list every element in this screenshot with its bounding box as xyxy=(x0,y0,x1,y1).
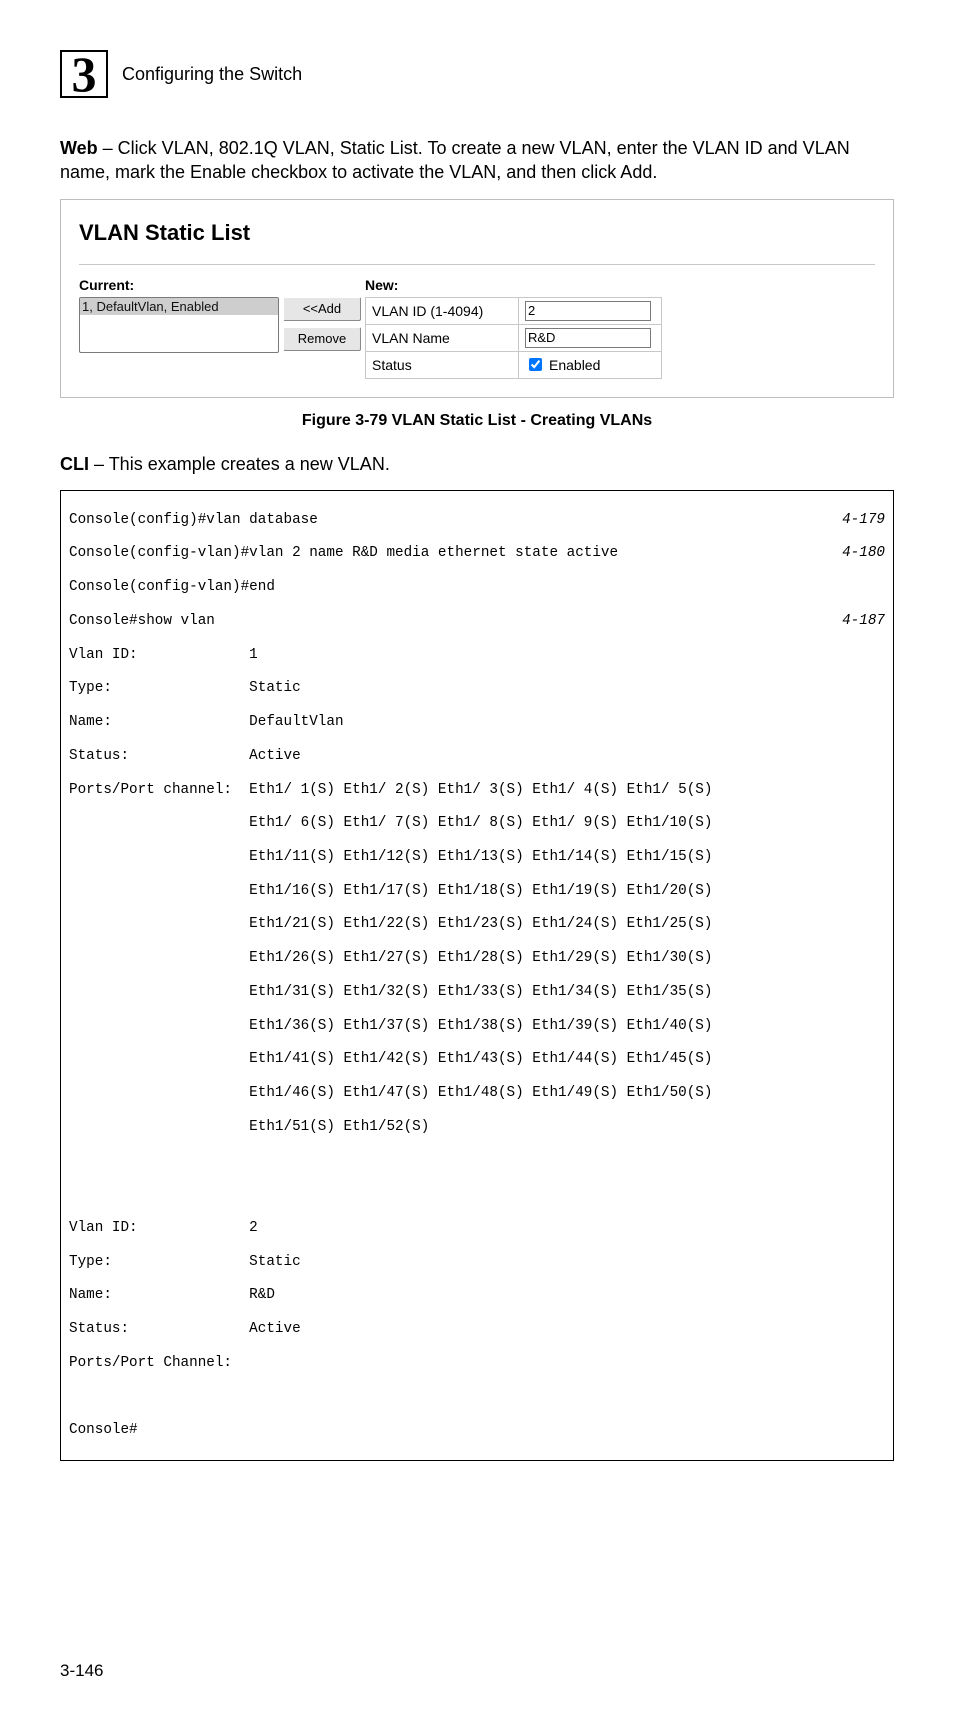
cli-line: Eth1/36(S) Eth1/37(S) Eth1/38(S) Eth1/39… xyxy=(69,1018,712,1034)
current-listbox[interactable]: 1, DefaultVlan, Enabled xyxy=(79,297,279,353)
cli-line: Eth1/11(S) Eth1/12(S) Eth1/13(S) Eth1/14… xyxy=(69,849,712,865)
cli-line: Type: Static xyxy=(69,680,301,696)
cli-line: Console#show vlan xyxy=(69,613,215,629)
cli-line: Name: R&D xyxy=(69,1287,275,1303)
chapter-title: Configuring the Switch xyxy=(122,64,302,85)
cli-ref: 4-179 xyxy=(842,512,885,529)
cli-line: Vlan ID: 2 xyxy=(69,1220,258,1236)
vlan-name-input[interactable] xyxy=(525,328,651,348)
cli-line: Type: Static xyxy=(69,1254,301,1270)
status-enabled-checkbox[interactable] xyxy=(529,358,542,371)
cli-line: Eth1/16(S) Eth1/17(S) Eth1/18(S) Eth1/19… xyxy=(69,883,712,899)
current-listbox-item[interactable]: 1, DefaultVlan, Enabled xyxy=(80,298,278,316)
cli-line: Eth1/26(S) Eth1/27(S) Eth1/28(S) Eth1/29… xyxy=(69,950,712,966)
remove-button[interactable]: Remove xyxy=(283,327,361,351)
vlan-id-input[interactable] xyxy=(525,301,651,321)
cli-line: Eth1/ 6(S) Eth1/ 7(S) Eth1/ 8(S) Eth1/ 9… xyxy=(69,815,712,831)
cli-line: Eth1/41(S) Eth1/42(S) Eth1/43(S) Eth1/44… xyxy=(69,1051,712,1067)
cli-line: Console# xyxy=(69,1422,138,1438)
new-label: New: xyxy=(365,277,662,293)
intro-paragraph: Web – Click VLAN, 802.1Q VLAN, Static Li… xyxy=(60,136,894,185)
cli-line: Console(config-vlan)#vlan 2 name R&D med… xyxy=(69,545,618,561)
cli-ref: 4-180 xyxy=(842,545,885,562)
cli-line: Console(config)#vlan database xyxy=(69,512,318,528)
transfer-buttons: <<Add Remove xyxy=(283,277,361,351)
status-enabled-label: Enabled xyxy=(549,357,600,373)
cli-line: Ports/Port Channel: xyxy=(69,1355,232,1371)
chapter-number-badge: 3 xyxy=(60,50,108,98)
cli-output: Console(config)#vlan database 4-179 Conso… xyxy=(60,490,894,1461)
cli-line: Eth1/46(S) Eth1/47(S) Eth1/48(S) Eth1/49… xyxy=(69,1085,712,1101)
cli-label: CLI xyxy=(60,454,89,474)
new-column: New: VLAN ID (1-4094) VLAN Name Status E… xyxy=(365,277,662,379)
cli-line: Ports/Port channel: Eth1/ 1(S) Eth1/ 2(S… xyxy=(69,782,712,798)
intro-text: – Click VLAN, 802.1Q VLAN, Static List. … xyxy=(60,138,850,182)
cli-line: Eth1/51(S) Eth1/52(S) xyxy=(69,1119,429,1135)
page-header: 3 Configuring the Switch xyxy=(60,50,894,98)
cli-line: Eth1/31(S) Eth1/32(S) Eth1/33(S) Eth1/34… xyxy=(69,984,712,1000)
chapter-number: 3 xyxy=(72,49,97,99)
add-button[interactable]: <<Add xyxy=(283,297,361,321)
cli-line: Status: Active xyxy=(69,748,301,764)
cli-line: Vlan ID: 1 xyxy=(69,647,258,663)
new-vlan-table: VLAN ID (1-4094) VLAN Name Status Enable… xyxy=(365,297,662,379)
cli-line: Name: DefaultVlan xyxy=(69,714,344,730)
figure-caption: Figure 3-79 VLAN Static List - Creating … xyxy=(60,412,894,430)
vlan-id-label: VLAN ID (1-4094) xyxy=(366,297,519,324)
page-number: 3-146 xyxy=(60,1661,894,1681)
panel-divider xyxy=(79,264,875,265)
cli-line: Console(config-vlan)#end xyxy=(69,579,275,595)
panel-title: VLAN Static List xyxy=(79,220,875,246)
cli-line: Eth1/21(S) Eth1/22(S) Eth1/23(S) Eth1/24… xyxy=(69,916,712,932)
vlan-static-list-panel: VLAN Static List Current: 1, DefaultVlan… xyxy=(60,199,894,398)
cli-line: Status: Active xyxy=(69,1321,301,1337)
vlan-name-label: VLAN Name xyxy=(366,324,519,351)
cli-intro: CLI – This example creates a new VLAN. xyxy=(60,452,894,476)
current-column: Current: 1, DefaultVlan, Enabled xyxy=(79,277,279,354)
cli-ref: 4-187 xyxy=(842,613,885,630)
current-label: Current: xyxy=(79,277,279,293)
cli-intro-text: – This example creates a new VLAN. xyxy=(89,454,390,474)
status-label: Status xyxy=(366,351,519,378)
web-label: Web xyxy=(60,138,98,158)
